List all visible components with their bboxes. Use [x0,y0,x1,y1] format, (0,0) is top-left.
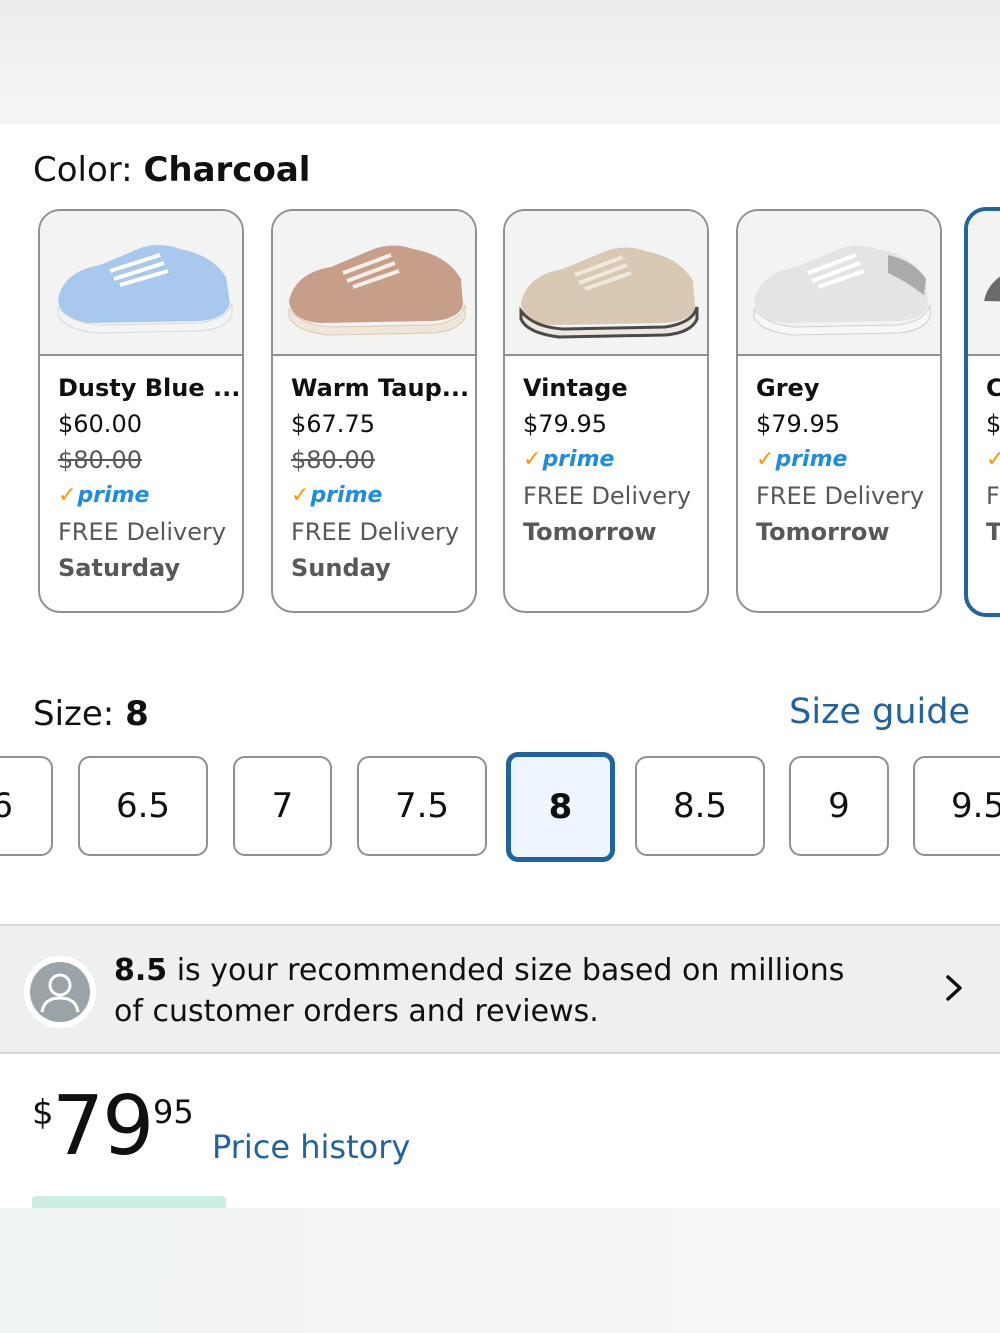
color-swatch-grey[interactable]: Grey $79.95 ✓prime FREE Delivery Tomorro… [736,209,942,613]
size-option-6[interactable]: 6 [0,756,53,856]
swatch-list-price: $80.00 [58,446,142,474]
swatch-delivery-day: Tomorrow [756,518,890,546]
prime-check-icon: ✓ [58,483,77,508]
swatch-price: $60.00 [58,410,142,438]
swatch-price: $ [986,410,1000,438]
swatch-delivery-day: Sunday [291,554,391,582]
swatch-name: Grey [756,374,820,402]
price-symbol: $ [32,1093,54,1133]
avatar [24,956,96,1028]
user-icon [30,962,90,1022]
recommendation-text: 8.5 is your recommended size based on mi… [114,950,874,1032]
prime-check-icon: ✓ [291,483,310,508]
color-label: Color: Charcoal [33,150,310,190]
prime-check-icon: ✓ [756,447,775,472]
size-recommendation-banner[interactable]: 8.5 is your recommended size based on mi… [0,924,1000,1054]
bottom-faded-area [0,1208,1000,1333]
shoe-image [984,276,1000,302]
swatch-delivery-day: Tomorrow [523,518,657,546]
color-swatch-warm-taupe[interactable]: Warm Taup... $67.75 $80.00 ✓prime FREE D… [271,209,477,613]
prime-badge: ✓prime [58,483,150,508]
recommendation-message: is your recommended size based on millio… [114,953,845,1029]
prime-badge: ✓prime [523,447,615,472]
swatch-delivery: FREE Delivery [291,518,460,546]
color-swatch-charcoal[interactable]: C $ ✓ F T [964,207,1000,617]
shoe-image [288,245,466,336]
prime-badge: ✓ [986,442,1000,478]
swatch-image [273,211,475,356]
price-whole: 79 [52,1079,154,1174]
swatch-name: C [986,370,1000,406]
selected-size: 8 [125,694,149,734]
swatch-delivery: FREE Delivery [756,482,925,510]
shoe-image [753,245,931,336]
swatch-image [968,211,1000,356]
color-swatch-carousel[interactable]: Dusty Blue ... $60.00 $80.00 ✓prime FREE… [0,207,1000,619]
size-option-7-5[interactable]: 7.5 [357,756,487,856]
size-selector[interactable]: 6 6.5 7 7.5 8 8.5 9 9.5 [0,752,1000,867]
size-option-9[interactable]: 9 [789,756,889,856]
recommended-size: 8.5 [114,953,168,988]
swatch-price: $79.95 [523,410,607,438]
swatch-delivery: F [986,482,1000,510]
size-guide-link[interactable]: Size guide [789,692,970,732]
price-history-link[interactable]: Price history [212,1128,410,1166]
color-swatch-dusty-blue[interactable]: Dusty Blue ... $60.00 $80.00 ✓prime FREE… [38,209,244,613]
size-option-9-5[interactable]: 9.5 [913,756,1000,856]
top-faded-area [0,0,1000,124]
size-label-prefix: Size: [33,694,126,734]
prime-badge: ✓prime [291,483,383,508]
swatch-name: Dusty Blue ... [58,374,241,402]
chevron-right-icon[interactable] [934,968,974,1008]
swatch-delivery-day: Saturday [58,554,181,582]
swatch-name: Warm Taup... [291,374,470,402]
size-option-8[interactable]: 8 [506,752,615,862]
swatch-name: Vintage [523,374,628,402]
swatch-price: $67.75 [291,410,375,438]
size-option-8-5[interactable]: 8.5 [635,756,765,856]
swatch-delivery: FREE Delivery [58,518,227,546]
prime-check-icon: ✓ [986,447,1000,472]
price-fraction: 95 [153,1093,194,1131]
size-label: Size: 8 [33,694,149,734]
swatch-image [505,211,707,356]
shoe-image [519,247,699,339]
swatch-price: $79.95 [756,410,840,438]
swatch-image [738,211,940,356]
color-swatch-vintage[interactable]: Vintage $79.95 ✓prime FREE Delivery Tomo… [503,209,709,613]
swatch-delivery: FREE Delivery [523,482,692,510]
color-label-prefix: Color: [33,150,144,190]
swatch-delivery-day: T [986,514,1000,550]
prime-check-icon: ✓ [523,447,542,472]
prime-badge: ✓prime [756,447,848,472]
size-option-7[interactable]: 7 [233,756,332,856]
shoe-image [57,245,233,334]
swatch-list-price: $80.00 [291,446,375,474]
swatch-image [40,211,242,356]
selected-color-name: Charcoal [143,150,311,190]
size-option-6-5[interactable]: 6.5 [78,756,208,856]
